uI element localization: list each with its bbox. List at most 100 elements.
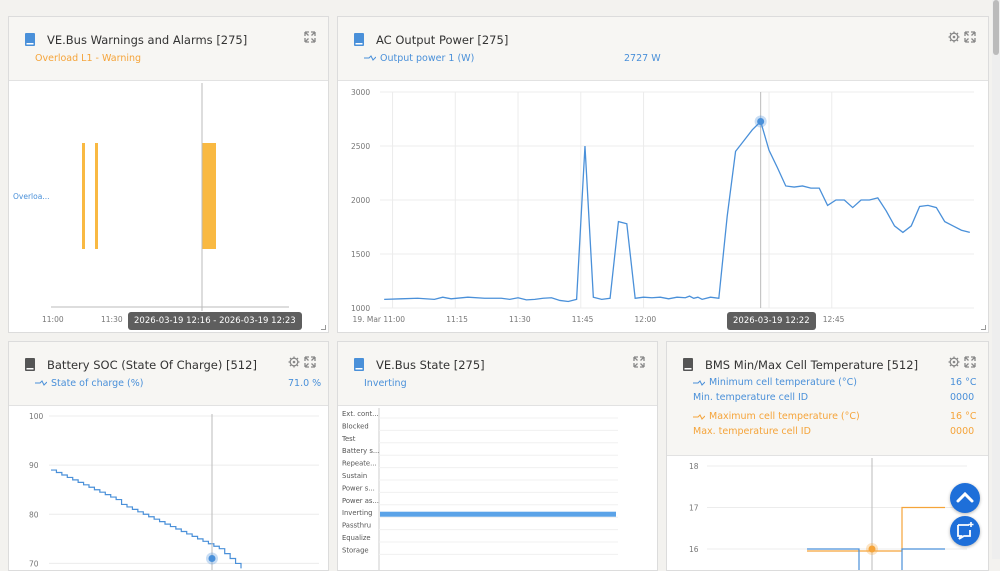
book-icon [683, 358, 693, 371]
legend-value: 71.0 % [288, 378, 322, 389]
legend-value: 2727 W [624, 53, 661, 64]
hover-point [868, 545, 876, 553]
y-tick: 17 [689, 504, 699, 513]
max-cell-id-label: Max. temperature cell ID [693, 426, 811, 437]
x-tick: 12:00 [635, 315, 657, 324]
book-icon [25, 33, 35, 46]
chat-icon [957, 522, 974, 540]
line-legend-icon [364, 55, 376, 61]
ac-output-chart: 1000 1500 2000 2500 3000 19. Mar 11:00 11:15 11… [351, 88, 974, 324]
max-temp-line [807, 506, 945, 552]
warning-status: Overload L1 - Warning [35, 53, 142, 64]
state-label: Blocked [342, 422, 369, 430]
y-tick: 1000 [351, 304, 370, 313]
y-tick: 3000 [351, 88, 370, 97]
y-tick: 18 [689, 462, 699, 471]
max-cell-id-value: 0000 [950, 426, 975, 437]
panel-title: VE.Bus State [275] [376, 358, 485, 372]
gear-icon[interactable] [288, 356, 300, 368]
line-legend-icon [35, 380, 47, 386]
state-label: Ext. cont... [342, 410, 379, 418]
x-tick: 19. Mar 11:00 [353, 315, 406, 324]
resize-handle[interactable] [321, 325, 326, 330]
page-scrollbar[interactable] [992, 0, 1000, 559]
state-label: Equalize [342, 534, 371, 542]
warnings-chart: Overloa... 11:00 11:30 [13, 83, 289, 324]
panel-title: AC Output Power [275] [376, 33, 509, 47]
panel-header: VE.Bus Warnings and Alarms [275] Overloa… [9, 17, 328, 81]
expand-icon[interactable] [633, 356, 645, 368]
expand-icon[interactable] [964, 356, 976, 368]
book-icon [25, 358, 35, 371]
max-temp-value: 16 °C [950, 411, 977, 422]
y-tick: 2000 [351, 196, 370, 205]
min-temp-label: Minimum cell temperature (°C) [709, 377, 857, 388]
state-bar [380, 511, 616, 517]
panel-bms-temp: BMS Min/Max Cell Temperature [512] Minim… [666, 341, 989, 571]
book-icon [354, 33, 364, 46]
alarm-bar [82, 143, 85, 249]
y-tick: 100 [29, 412, 44, 421]
state-label: Passthru [342, 522, 371, 530]
gear-icon[interactable] [948, 31, 960, 43]
panel-header: AC Output Power [275] Output power 1 (W)… [338, 17, 988, 81]
y-tick: 2500 [351, 142, 370, 151]
chart-tooltip: 2026-03-19 12:22 [727, 312, 816, 330]
y-tick: 16 [689, 545, 699, 554]
scroll-thumb[interactable] [993, 0, 999, 55]
gear-icon[interactable] [948, 356, 960, 368]
panel-header: Battery SOC (State Of Charge) [512] Stat… [9, 342, 328, 406]
state-label: Power s... [342, 484, 375, 492]
x-tick: 11:45 [572, 315, 594, 324]
x-tick: 11:15 [446, 315, 468, 324]
max-temp-label: Maximum cell temperature (°C) [709, 411, 860, 422]
line-legend-icon [693, 414, 705, 420]
panel-vebus-warnings: VE.Bus Warnings and Alarms [275] Overloa… [8, 16, 329, 333]
book-icon [354, 358, 364, 371]
hover-point [757, 117, 765, 125]
state-label: Battery s... [342, 447, 379, 455]
expand-icon[interactable] [304, 31, 316, 43]
state-chart: Ext. cont... Blocked Test Battery s... Repea… [341, 408, 618, 570]
legend-label: Output power 1 (W) [380, 53, 475, 64]
state-label: Storage [342, 546, 369, 554]
expand-icon[interactable] [304, 356, 316, 368]
panel-ac-output: AC Output Power [275] Output power 1 (W)… [337, 16, 989, 333]
x-tick: 11:00 [42, 315, 64, 324]
chevron-up-icon [956, 491, 974, 503]
feedback-button[interactable] [950, 516, 980, 546]
panel-header: BMS Min/Max Cell Temperature [512] Minim… [667, 342, 988, 456]
state-label: Test [341, 435, 356, 443]
x-tick: 11:30 [101, 315, 123, 324]
y-tick: 1500 [351, 250, 370, 259]
state-label: Repeate... [342, 460, 377, 468]
scroll-top-button[interactable] [950, 483, 980, 513]
expand-icon[interactable] [964, 31, 976, 43]
series-line [384, 120, 970, 303]
alarm-bar [202, 143, 216, 249]
panel-title: BMS Min/Max Cell Temperature [512] [705, 358, 919, 372]
panel-title: Battery SOC (State Of Charge) [512] [47, 358, 257, 372]
state-label: Inverting [342, 509, 373, 517]
x-tick: 12:45 [823, 315, 845, 324]
y-tick: 90 [29, 461, 39, 470]
min-cell-id-label: Min. temperature cell ID [693, 392, 809, 403]
legend-label: State of charge (%) [51, 378, 144, 389]
y-tick: 70 [29, 559, 39, 568]
resize-handle[interactable] [981, 325, 986, 330]
min-temp-value: 16 °C [950, 377, 977, 388]
min-cell-id-value: 0000 [950, 392, 975, 403]
line-legend-icon [693, 380, 705, 386]
state-status: Inverting [364, 378, 407, 389]
panel-battery-soc: Battery SOC (State Of Charge) [512] Stat… [8, 341, 329, 571]
alarm-bar [95, 143, 98, 249]
x-tick: 11:30 [509, 315, 531, 324]
panel-header: VE.Bus State [275] Inverting [338, 342, 657, 406]
row-label: Overloa... [13, 192, 49, 201]
soc-chart: 70 80 90 100 [29, 412, 319, 570]
state-label: Sustain [342, 472, 367, 480]
chart-tooltip: 2026-03-19 12:16 - 2026-03-19 12:23 [128, 312, 302, 330]
y-tick: 80 [29, 510, 39, 519]
state-label: Power as... [342, 497, 379, 505]
panel-title: VE.Bus Warnings and Alarms [275] [47, 33, 248, 47]
